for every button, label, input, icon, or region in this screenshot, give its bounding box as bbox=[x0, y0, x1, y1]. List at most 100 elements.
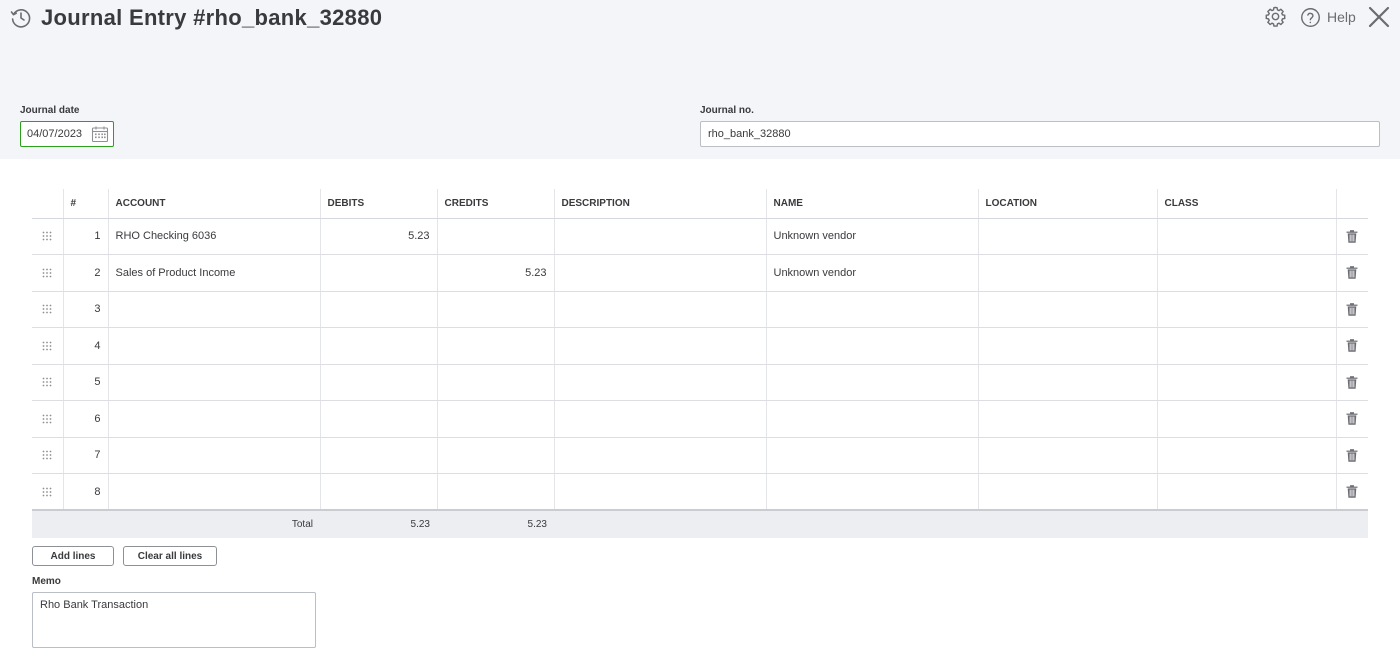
drag-handle-icon[interactable] bbox=[42, 377, 52, 387]
gear-icon[interactable] bbox=[1264, 5, 1287, 28]
trash-icon[interactable] bbox=[1346, 339, 1358, 352]
credit-cell[interactable] bbox=[436, 218, 554, 255]
delete-line-cell[interactable] bbox=[1335, 473, 1368, 511]
description-cell[interactable] bbox=[553, 473, 766, 511]
delete-line-cell[interactable] bbox=[1335, 327, 1368, 365]
location-cell[interactable] bbox=[977, 473, 1157, 511]
location-cell[interactable] bbox=[977, 400, 1157, 438]
name-cell[interactable] bbox=[765, 473, 978, 511]
calendar-icon[interactable] bbox=[91, 125, 109, 143]
close-icon[interactable] bbox=[1368, 6, 1390, 28]
account-cell[interactable] bbox=[107, 327, 320, 365]
name-cell[interactable] bbox=[765, 291, 978, 328]
trash-icon[interactable] bbox=[1346, 375, 1358, 389]
delete-line-cell[interactable] bbox=[1335, 437, 1368, 474]
credit-cell[interactable] bbox=[436, 291, 554, 328]
description-cell[interactable] bbox=[553, 364, 766, 401]
debit-cell[interactable]: 5.23 bbox=[319, 218, 437, 255]
name-cell[interactable] bbox=[765, 437, 978, 474]
class-cell[interactable] bbox=[1156, 254, 1336, 292]
credit-cell[interactable] bbox=[436, 327, 554, 365]
description-cell[interactable] bbox=[553, 327, 766, 365]
drag-cell[interactable] bbox=[32, 437, 63, 474]
journal-date-input[interactable] bbox=[21, 122, 89, 146]
name-cell[interactable]: Unknown vendor bbox=[765, 218, 978, 255]
class-cell[interactable] bbox=[1156, 437, 1336, 474]
drag-cell[interactable] bbox=[32, 218, 63, 255]
debit-cell[interactable] bbox=[319, 327, 437, 365]
class-cell[interactable] bbox=[1156, 327, 1336, 365]
class-cell[interactable] bbox=[1156, 364, 1336, 401]
journal-no-field[interactable] bbox=[700, 121, 1380, 147]
drag-handle-icon[interactable] bbox=[42, 414, 52, 424]
class-cell[interactable] bbox=[1156, 400, 1336, 438]
trash-icon[interactable] bbox=[1346, 302, 1358, 316]
location-cell[interactable] bbox=[977, 327, 1157, 365]
description-cell[interactable] bbox=[553, 218, 766, 255]
help-button[interactable]: Help bbox=[1300, 5, 1356, 29]
account-cell[interactable] bbox=[107, 473, 320, 511]
credit-cell[interactable] bbox=[436, 364, 554, 401]
drag-handle-icon[interactable] bbox=[42, 487, 52, 497]
delete-line-cell[interactable] bbox=[1335, 254, 1368, 292]
credit-cell[interactable] bbox=[436, 473, 554, 511]
account-cell[interactable] bbox=[107, 437, 320, 474]
drag-handle-icon[interactable] bbox=[42, 304, 52, 314]
location-cell[interactable] bbox=[977, 254, 1157, 292]
trash-icon[interactable] bbox=[1346, 448, 1358, 462]
trash-icon[interactable] bbox=[1346, 485, 1358, 498]
debit-cell[interactable] bbox=[319, 400, 437, 438]
drag-handle-icon[interactable] bbox=[42, 341, 52, 351]
journal-no-input[interactable] bbox=[701, 122, 1379, 146]
class-cell[interactable] bbox=[1156, 473, 1336, 511]
drag-cell[interactable] bbox=[32, 400, 63, 438]
location-cell[interactable] bbox=[977, 437, 1157, 474]
account-cell[interactable]: RHO Checking 6036 bbox=[107, 218, 320, 255]
account-cell[interactable] bbox=[107, 400, 320, 438]
account-cell[interactable] bbox=[107, 364, 320, 401]
debit-cell[interactable] bbox=[319, 473, 437, 511]
trash-icon[interactable] bbox=[1346, 266, 1358, 279]
description-cell[interactable] bbox=[553, 400, 766, 438]
debit-cell[interactable] bbox=[319, 364, 437, 401]
clear-all-lines-button[interactable]: Clear all lines bbox=[123, 546, 217, 566]
description-cell[interactable] bbox=[553, 254, 766, 292]
name-cell[interactable]: Unknown vendor bbox=[765, 254, 978, 292]
drag-handle-icon[interactable] bbox=[42, 268, 52, 278]
class-cell[interactable] bbox=[1156, 218, 1336, 255]
name-cell[interactable] bbox=[765, 327, 978, 365]
drag-cell[interactable] bbox=[32, 254, 63, 292]
delete-line-cell[interactable] bbox=[1335, 218, 1368, 255]
drag-handle-icon[interactable] bbox=[42, 450, 52, 460]
account-cell[interactable] bbox=[107, 291, 320, 328]
journal-date-field[interactable] bbox=[20, 121, 114, 147]
name-cell[interactable] bbox=[765, 400, 978, 438]
trash-icon[interactable] bbox=[1346, 229, 1358, 243]
add-lines-button[interactable]: Add lines bbox=[32, 546, 114, 566]
location-cell[interactable] bbox=[977, 291, 1157, 328]
drag-handle-icon[interactable] bbox=[42, 231, 52, 241]
trash-icon[interactable] bbox=[1346, 412, 1358, 425]
debit-cell[interactable] bbox=[319, 254, 437, 292]
location-cell[interactable] bbox=[977, 218, 1157, 255]
debit-cell[interactable] bbox=[319, 437, 437, 474]
delete-line-cell[interactable] bbox=[1335, 400, 1368, 438]
class-cell[interactable] bbox=[1156, 291, 1336, 328]
account-cell[interactable]: Sales of Product Income bbox=[107, 254, 320, 292]
debit-cell[interactable] bbox=[319, 291, 437, 328]
description-cell[interactable] bbox=[553, 291, 766, 328]
memo-textarea[interactable]: Rho Bank Transaction bbox=[32, 592, 316, 648]
drag-cell[interactable] bbox=[32, 473, 63, 511]
drag-cell[interactable] bbox=[32, 327, 63, 365]
delete-line-cell[interactable] bbox=[1335, 291, 1368, 328]
credit-cell[interactable]: 5.23 bbox=[436, 254, 554, 292]
delete-line-cell[interactable] bbox=[1335, 364, 1368, 401]
drag-cell[interactable] bbox=[32, 364, 63, 401]
credit-cell[interactable] bbox=[436, 437, 554, 474]
drag-cell[interactable] bbox=[32, 291, 63, 328]
name-cell[interactable] bbox=[765, 364, 978, 401]
history-icon[interactable] bbox=[9, 6, 33, 30]
location-cell[interactable] bbox=[977, 364, 1157, 401]
description-cell[interactable] bbox=[553, 437, 766, 474]
credit-cell[interactable] bbox=[436, 400, 554, 438]
